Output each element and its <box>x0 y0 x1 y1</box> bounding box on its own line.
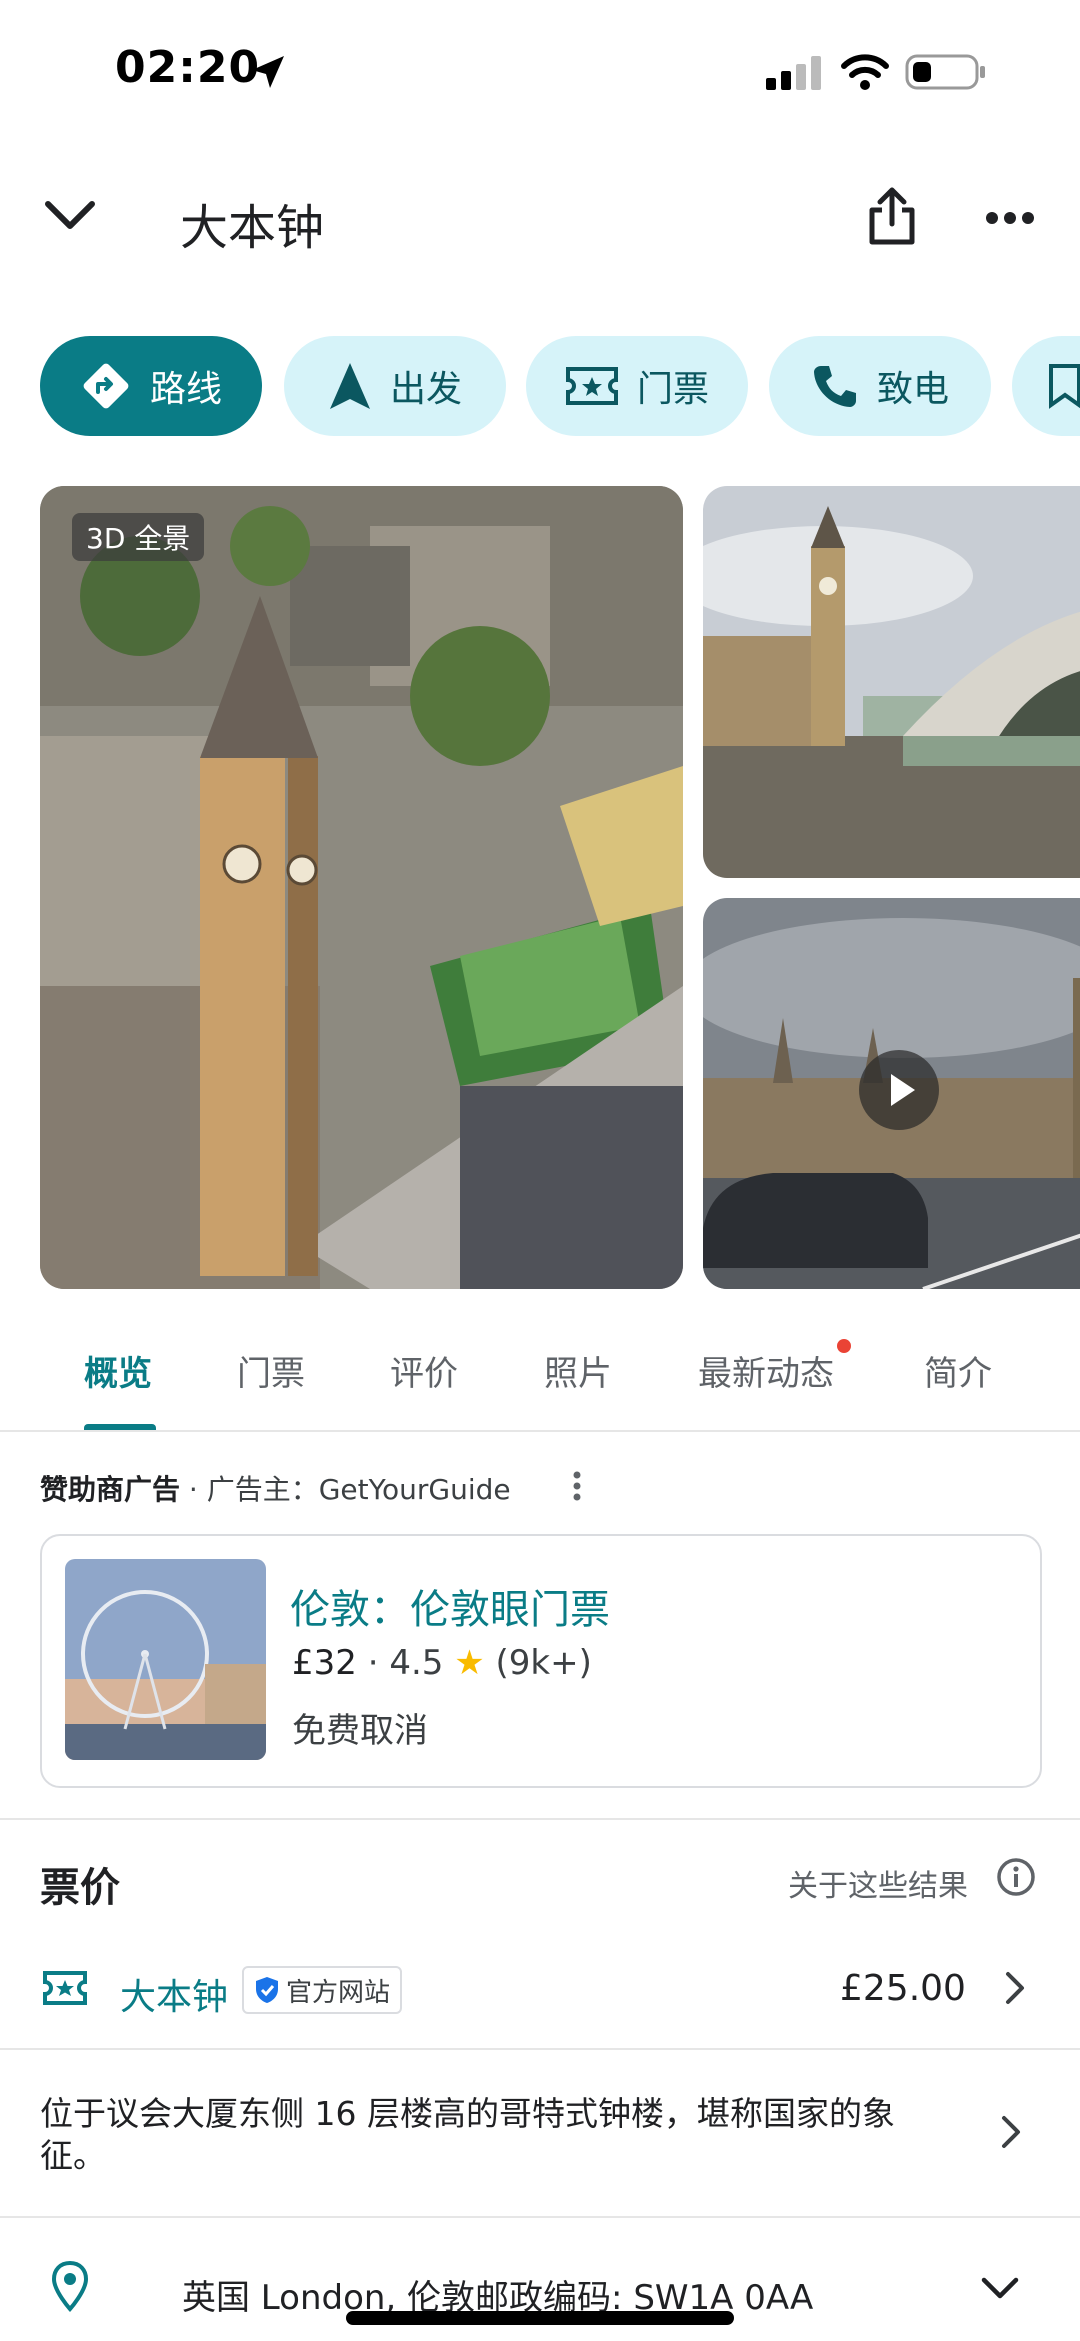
london-eye-image <box>65 1559 266 1760</box>
advertiser: · 广告主：GetYourGuide <box>188 1473 511 1506</box>
tab-overview[interactable]: 概览 <box>84 1346 152 1395</box>
wifi-icon <box>841 54 889 90</box>
tickets-button[interactable]: 门票 <box>526 336 748 436</box>
tabs-divider <box>0 1430 1080 1432</box>
phone-icon <box>813 366 856 407</box>
tickets-label: 门票 <box>636 369 709 410</box>
video-thumbnail[interactable] <box>703 898 1080 1289</box>
call-label: 致电 <box>876 369 949 410</box>
ticket-icon <box>43 1971 87 2005</box>
sponsored-label: 赞助商广告 · 广告主：GetYourGuide <box>40 1468 511 1508</box>
about-results-link[interactable]: 关于这些结果 <box>788 1861 968 1905</box>
sponsored-tag: 赞助商广告 <box>40 1473 181 1506</box>
ad-free-cancel: 免费取消 <box>292 1711 428 1751</box>
tab-tickets[interactable]: 门票 <box>237 1346 305 1395</box>
start-button[interactable]: 出发 <box>284 336 506 436</box>
photo-bridge[interactable] <box>703 486 1080 878</box>
directions-button[interactable]: 路线 <box>40 336 262 436</box>
chevron-right-icon <box>1006 1972 1024 2004</box>
ad-rating: 4.5 <box>389 1643 444 1683</box>
official-site-label: 官方网站 <box>286 1977 391 2008</box>
prices-title: 票价 <box>40 1865 120 1911</box>
battery-icon <box>905 54 985 90</box>
ticket-icon <box>565 367 618 405</box>
collapse-chevron-icon[interactable] <box>44 196 96 236</box>
ad-menu-icon[interactable] <box>572 1470 582 1502</box>
westminster-bridge-image <box>703 486 1080 878</box>
navigation-arrow-icon <box>329 363 370 409</box>
more-options-icon[interactable] <box>986 210 1034 226</box>
save-button[interactable] <box>1012 336 1080 436</box>
ad-price: £32 <box>292 1643 357 1683</box>
3d-badge: 3D 全景 <box>72 513 205 561</box>
play-icon[interactable] <box>859 1050 939 1130</box>
ad-price-rating: £32 · 4.5 ★ (9k+) <box>292 1643 592 1683</box>
directions-label: 路线 <box>149 369 222 410</box>
tab-photos[interactable]: 照片 <box>544 1346 612 1395</box>
star-icon: ★ <box>454 1643 485 1683</box>
call-button[interactable]: 致电 <box>769 336 991 436</box>
row-divider <box>0 2048 1080 2050</box>
ticket-price: £25.00 <box>840 1968 966 2009</box>
start-label: 出发 <box>389 369 462 410</box>
chevron-down-icon[interactable] <box>980 2276 1020 2302</box>
home-indicator <box>346 2311 734 2325</box>
directions-icon <box>83 363 129 409</box>
tab-reviews[interactable]: 评价 <box>390 1346 458 1395</box>
place-description[interactable]: 位于议会大厦东侧 16 层楼高的哥特式钟楼，堪称国家的象征。 <box>40 2093 920 2177</box>
updates-notification-dot <box>837 1339 851 1353</box>
location-pin-icon <box>51 2260 89 2312</box>
place-title: 大本钟 <box>180 200 325 256</box>
location-arrow-icon <box>252 56 284 88</box>
ad-title[interactable]: 伦敦：伦敦眼门票 <box>290 1577 610 1635</box>
ad-reviews: (9k+) <box>495 1643 592 1683</box>
verified-shield-icon <box>256 1977 278 2003</box>
tab-about[interactable]: 简介 <box>924 1346 992 1395</box>
info-icon[interactable] <box>996 1857 1036 1897</box>
ticket-site-name: 大本钟 <box>120 1977 229 2018</box>
big-ben-aerial-image <box>40 486 683 1289</box>
bookmark-icon <box>1049 364 1080 409</box>
status-time: 02:20 <box>115 42 261 93</box>
section-divider <box>0 1818 1080 1820</box>
tab-updates[interactable]: 最新动态 <box>698 1346 834 1395</box>
row-divider <box>0 2216 1080 2218</box>
photo-3d-panorama[interactable] <box>40 486 683 1289</box>
chevron-right-icon[interactable] <box>1000 2114 1022 2150</box>
official-site-badge: 官方网站 <box>242 1966 403 2014</box>
cellular-signal-icon <box>766 56 821 90</box>
share-icon[interactable] <box>866 186 918 246</box>
